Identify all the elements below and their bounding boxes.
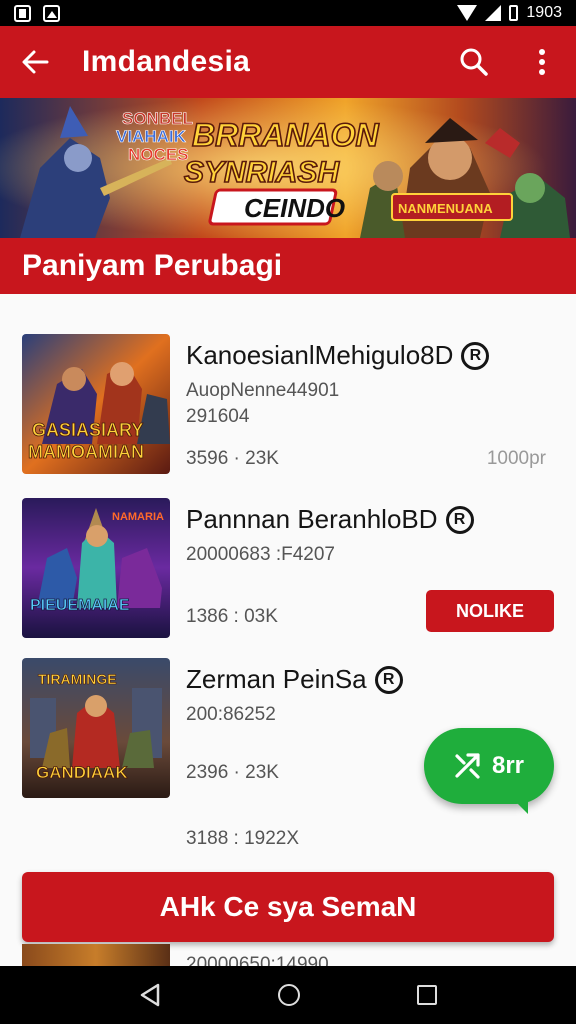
item-name: KanoesianlMehigulo8D R [186,340,490,371]
banner-title-2: SYNRIASH [184,156,340,189]
shuffle-icon [455,753,480,779]
notification-image-icon [43,4,60,22]
status-time: 1903 [526,4,562,21]
item-meta: 3596 · 23K [186,448,279,469]
item-subtitle: 20000683 :F4207 [186,544,335,565]
floating-action-button[interactable]: 8rr [424,728,554,814]
banner-artwork: SONBEL VIAHAIK NOCES BRRANAON SYNRIASH C… [0,98,576,238]
peek-thumbnail [22,944,170,966]
wifi-icon [457,5,478,21]
thumb-text-1: GASIASIARY [32,420,143,440]
game-thumbnail: NAMARIA PIEUEMAIAE [22,498,170,638]
app-bar: Imdandesia [0,26,576,98]
nav-back-icon[interactable] [139,983,161,1007]
registered-badge-icon: R [445,505,474,534]
status-bar: 1903 [0,0,576,26]
item-name: Zerman PeinSa R [186,664,403,695]
thumb-text-2: MAMOAMIAN [28,442,144,462]
list-item[interactable]: NAMARIA PIEUEMAIAE Pannnan BeranhloBD R … [22,498,554,640]
item-subtitle: AuopNenne44901 [186,380,340,401]
item-subtitle: 200:86252 [186,704,276,725]
banner-left-text-1: SONBEL [122,109,193,128]
game-thumbnail: TIRAMINGE GANDIAAK [22,658,170,798]
notification-doc-icon [14,4,31,22]
banner-left-text-2: VIAHAIK [116,127,187,146]
search-icon [460,48,488,76]
section-header: Paniyam Perubagi [0,238,576,294]
battery-icon [509,5,519,21]
search-button[interactable] [440,26,508,98]
back-button[interactable] [0,26,70,98]
promo-banner[interactable]: SONBEL VIAHAIK NOCES BRRANAON SYNRIASH C… [0,98,576,238]
thumb-text-1: NAMARIA [112,511,164,523]
registered-badge-icon: R [374,665,403,694]
item-right-meta: 1000pr [486,448,546,469]
item-name: Pannnan BeranhloBD R [186,504,474,535]
cta-button[interactable]: AHk Ce sya SemaN [22,872,554,942]
item-meta: 1386 : 03K [186,606,278,627]
registered-badge-icon: R [461,341,490,370]
banner-title-1: BRRANAON [192,117,380,153]
nav-recents-icon[interactable] [417,985,438,1005]
banner-title-3: CEINDO [244,193,345,223]
list-item[interactable]: GASIASIARY MAMOAMIAN KanoesianlMehigulo8… [22,334,554,476]
item-action-button[interactable]: NOLIKE [426,590,554,632]
item-meta: 2396 · 23K [186,762,279,783]
thumb-text-2: GANDIAAK [36,763,128,782]
more-vert-icon [539,49,545,75]
signal-icon [485,5,502,21]
item-extra-meta: 3188 : 1922X [186,828,300,849]
nav-home-icon[interactable] [277,984,300,1006]
more-options-button[interactable] [508,26,576,98]
game-thumbnail: GASIASIARY MAMOAMIAN [22,334,170,474]
item-code: 291604 [186,406,250,427]
fab-label: 8rr [491,752,525,779]
arrow-left-icon [22,50,49,74]
banner-badge-text: NANMENUANA [398,201,493,216]
game-list: GASIASIARY MAMOAMIAN KanoesianlMehigulo8… [0,294,576,966]
system-nav-bar [0,966,576,1024]
section-title: Paniyam Perubagi [22,249,283,282]
banner-left-text-3: NOCES [128,145,188,164]
page-title: Imdandesia [82,45,251,78]
thumb-text-1: TIRAMINGE [38,671,117,687]
thumb-text-2: PIEUEMAIAE [30,597,130,614]
